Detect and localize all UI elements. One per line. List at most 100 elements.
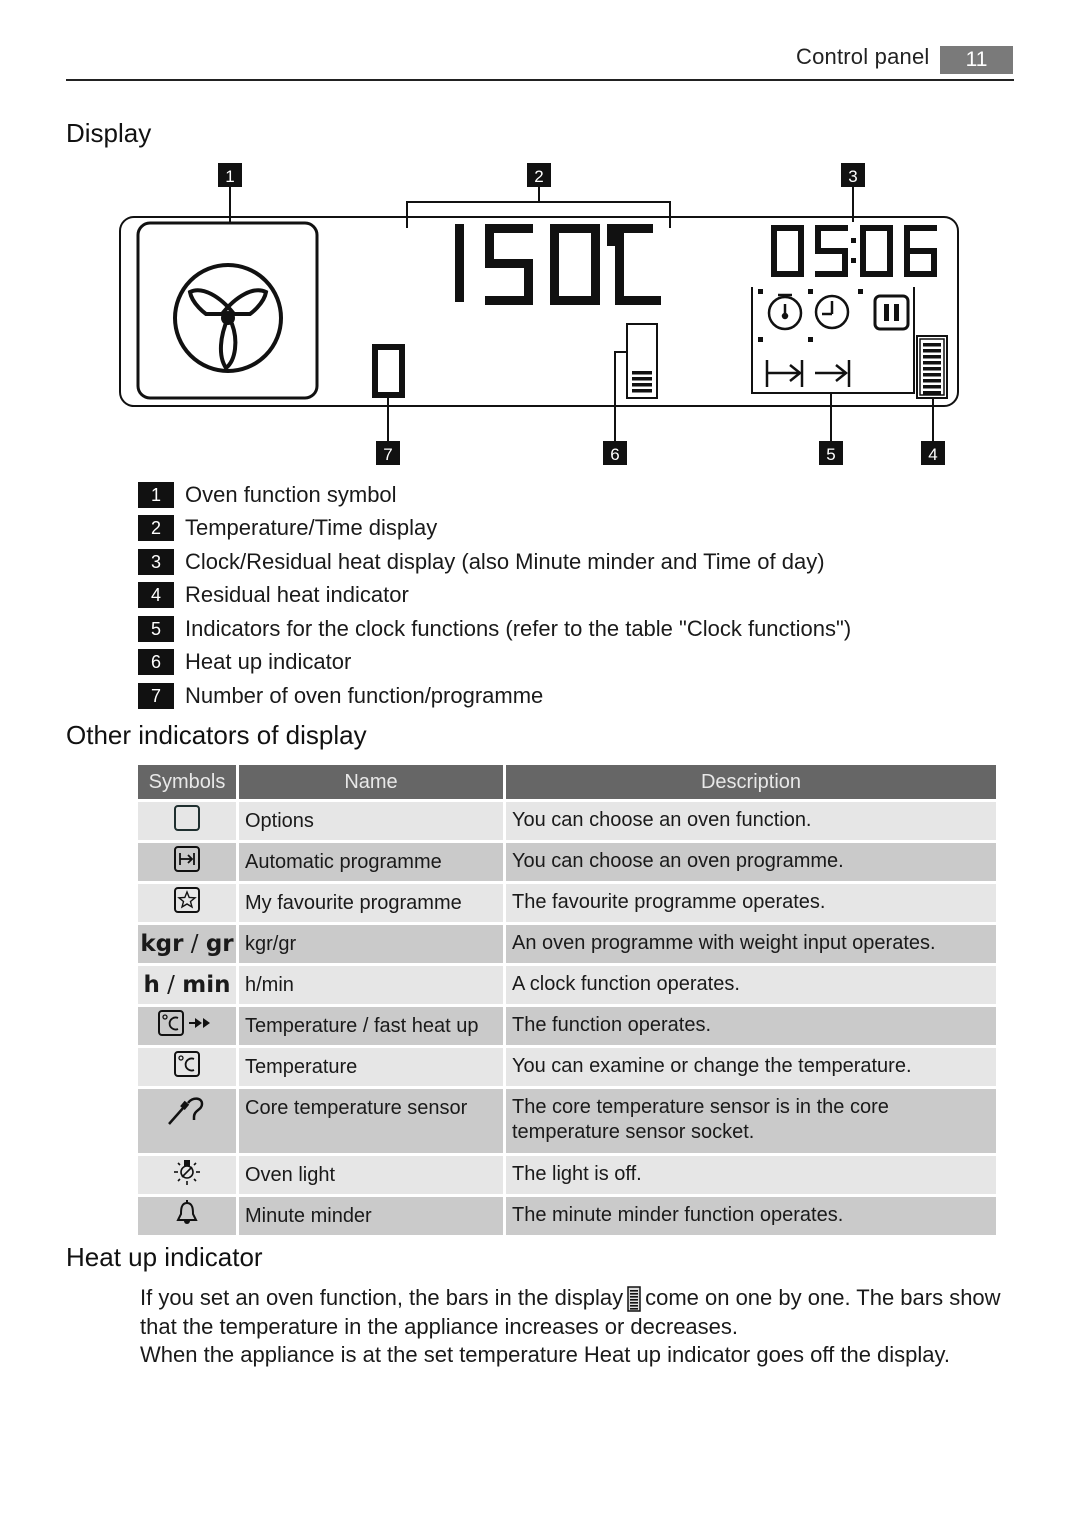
- callout-6-label: 6: [610, 445, 619, 464]
- heat-up-indicator: [626, 323, 658, 399]
- legend-item: 6 Heat up indicator: [138, 646, 851, 680]
- clock-readout: [771, 225, 937, 277]
- row-name: Temperature / fast heat up: [239, 1007, 503, 1045]
- column-header-name: Name: [239, 765, 503, 799]
- display-legend: 1 Oven function symbol 2 Temperature/Time …: [138, 478, 851, 713]
- table-row: h / min h/min A clock function operates.: [138, 966, 996, 1004]
- legend-number: 6: [138, 649, 174, 676]
- legend-item: 5 Indicators for the clock functions (ref…: [138, 612, 851, 646]
- row-description: You can choose an oven function.: [506, 802, 996, 840]
- legend-text: Residual heat indicator: [185, 582, 409, 608]
- callout-3-label: 3: [848, 167, 857, 186]
- row-description: You can choose an oven programme.: [506, 843, 996, 881]
- row-description: You can examine or change the temperatur…: [506, 1048, 996, 1086]
- callout-7-label: 7: [383, 445, 392, 464]
- row-description: The minute minder function operates.: [506, 1197, 996, 1235]
- legend-item: 3 Clock/Residual heat display (also Minut…: [138, 545, 851, 579]
- residual-heat-bar: [923, 367, 941, 371]
- function-number-readout: [372, 344, 405, 398]
- legend-number: 3: [138, 548, 174, 575]
- residual-heat-bar: [923, 379, 941, 383]
- row-name: Automatic programme: [239, 843, 503, 881]
- options-box-icon: [174, 805, 200, 831]
- callout-4-label: 4: [928, 445, 937, 464]
- row-description: The function operates.: [506, 1007, 996, 1045]
- temperature-fast-heat-icon: [158, 1010, 210, 1036]
- weight-symbol-sep: /: [183, 931, 206, 957]
- heat-up-bars-icon: [627, 1286, 641, 1312]
- heat-up-description: If you set an oven function, the bars in…: [140, 1284, 1020, 1370]
- legend-item: 4 Residual heat indicator: [138, 579, 851, 613]
- row-name: Oven light: [239, 1156, 503, 1194]
- legend-number: 1: [138, 481, 174, 508]
- paragraph-text: If you set an oven function, the bars in…: [140, 1285, 624, 1310]
- residual-heat-bar: [923, 391, 941, 395]
- heat-up-bar: [632, 383, 652, 387]
- residual-heat-bar: [923, 349, 941, 353]
- residual-heat-bar: [923, 355, 941, 359]
- legend-text: Indicators for the clock functions (refe…: [185, 615, 852, 641]
- pause-icon: [873, 294, 910, 331]
- legend-number: 4: [138, 582, 174, 609]
- callout-1-label: 1: [225, 167, 234, 186]
- legend-text: Temperature/Time display: [185, 515, 438, 541]
- residual-heat-bar: [923, 343, 941, 347]
- time-symbol-h: h: [143, 972, 160, 998]
- row-name: h/min: [239, 966, 503, 1004]
- indicators-table: Symbols Name Description Options You can…: [135, 762, 999, 1238]
- table-row: Automatic programme You can choose an ov…: [138, 843, 996, 881]
- table-row: Minute minder The minute minder function…: [138, 1197, 996, 1235]
- column-header-symbols: Symbols: [138, 765, 236, 799]
- legend-text: Heat up indicator: [185, 649, 352, 675]
- table-row: Oven light The light is off.: [138, 1156, 996, 1194]
- row-description: The light is off.: [506, 1156, 996, 1194]
- row-name: Minute minder: [239, 1197, 503, 1235]
- paragraph-text: When the appliance is at the set tempera…: [140, 1342, 951, 1367]
- heat-up-bar: [632, 377, 652, 381]
- table-row: Core temperature sensor The core tempera…: [138, 1089, 996, 1153]
- core-temperature-sensor-icon: [168, 1097, 204, 1125]
- temperature-icon: [174, 1051, 200, 1077]
- table-row: My favourite programme The favourite pro…: [138, 884, 996, 922]
- stopwatch-icon: [767, 293, 803, 331]
- residual-heat-bar: [923, 373, 941, 377]
- table-row: Temperature / fast heat up The function …: [138, 1007, 996, 1045]
- column-header-description: Description: [506, 765, 996, 799]
- clock-icon: [814, 294, 850, 330]
- temperature-readout: [455, 224, 661, 305]
- row-name: kgr/gr: [239, 925, 503, 963]
- row-description: The favourite programme operates.: [506, 884, 996, 922]
- section-title-other-indicators: Other indicators of display: [66, 720, 367, 750]
- section-title-heat-up: Heat up indicator: [66, 1242, 263, 1272]
- table-row: kgr / gr kgr/gr An oven programme with w…: [138, 925, 996, 963]
- weight-symbol: kgr / gr: [140, 931, 233, 957]
- weight-symbol-gr: gr: [205, 931, 234, 957]
- row-name: Options: [239, 802, 503, 840]
- time-symbol-min: min: [182, 972, 231, 998]
- row-name: My favourite programme: [239, 884, 503, 922]
- row-name: Core temperature sensor: [239, 1089, 503, 1153]
- oven-light-off-icon: [174, 1160, 200, 1185]
- legend-item: 1 Oven function symbol: [138, 478, 851, 512]
- fan-icon: [136, 221, 319, 400]
- legend-number: 5: [138, 615, 174, 642]
- display-diagram: 1 2 3 7 6 5 4: [119, 163, 959, 465]
- legend-number: 2: [138, 515, 174, 542]
- legend-text: Number of oven function/programme: [185, 682, 544, 708]
- legend-item: 2 Temperature/Time display: [138, 512, 851, 546]
- legend-text: Clock/Residual heat display (also Minute…: [185, 548, 825, 574]
- automatic-programme-icon: [174, 846, 200, 872]
- table-row: Temperature You can examine or change th…: [138, 1048, 996, 1086]
- callout-2-label: 2: [534, 167, 543, 186]
- end-time-icon: [815, 360, 851, 387]
- row-name: Temperature: [239, 1048, 503, 1086]
- heat-up-bar: [632, 371, 652, 375]
- residual-heat-bar: [923, 361, 941, 365]
- weight-symbol-kgr: kgr: [140, 931, 184, 957]
- row-description: The core temperature sensor is in the co…: [506, 1089, 996, 1153]
- heat-up-bar: [632, 389, 652, 393]
- residual-heat-indicator: [916, 335, 948, 399]
- table-row: Options You can choose an oven function.: [138, 802, 996, 840]
- legend-text: Oven function symbol: [185, 481, 397, 507]
- time-symbol: h / min: [144, 972, 231, 998]
